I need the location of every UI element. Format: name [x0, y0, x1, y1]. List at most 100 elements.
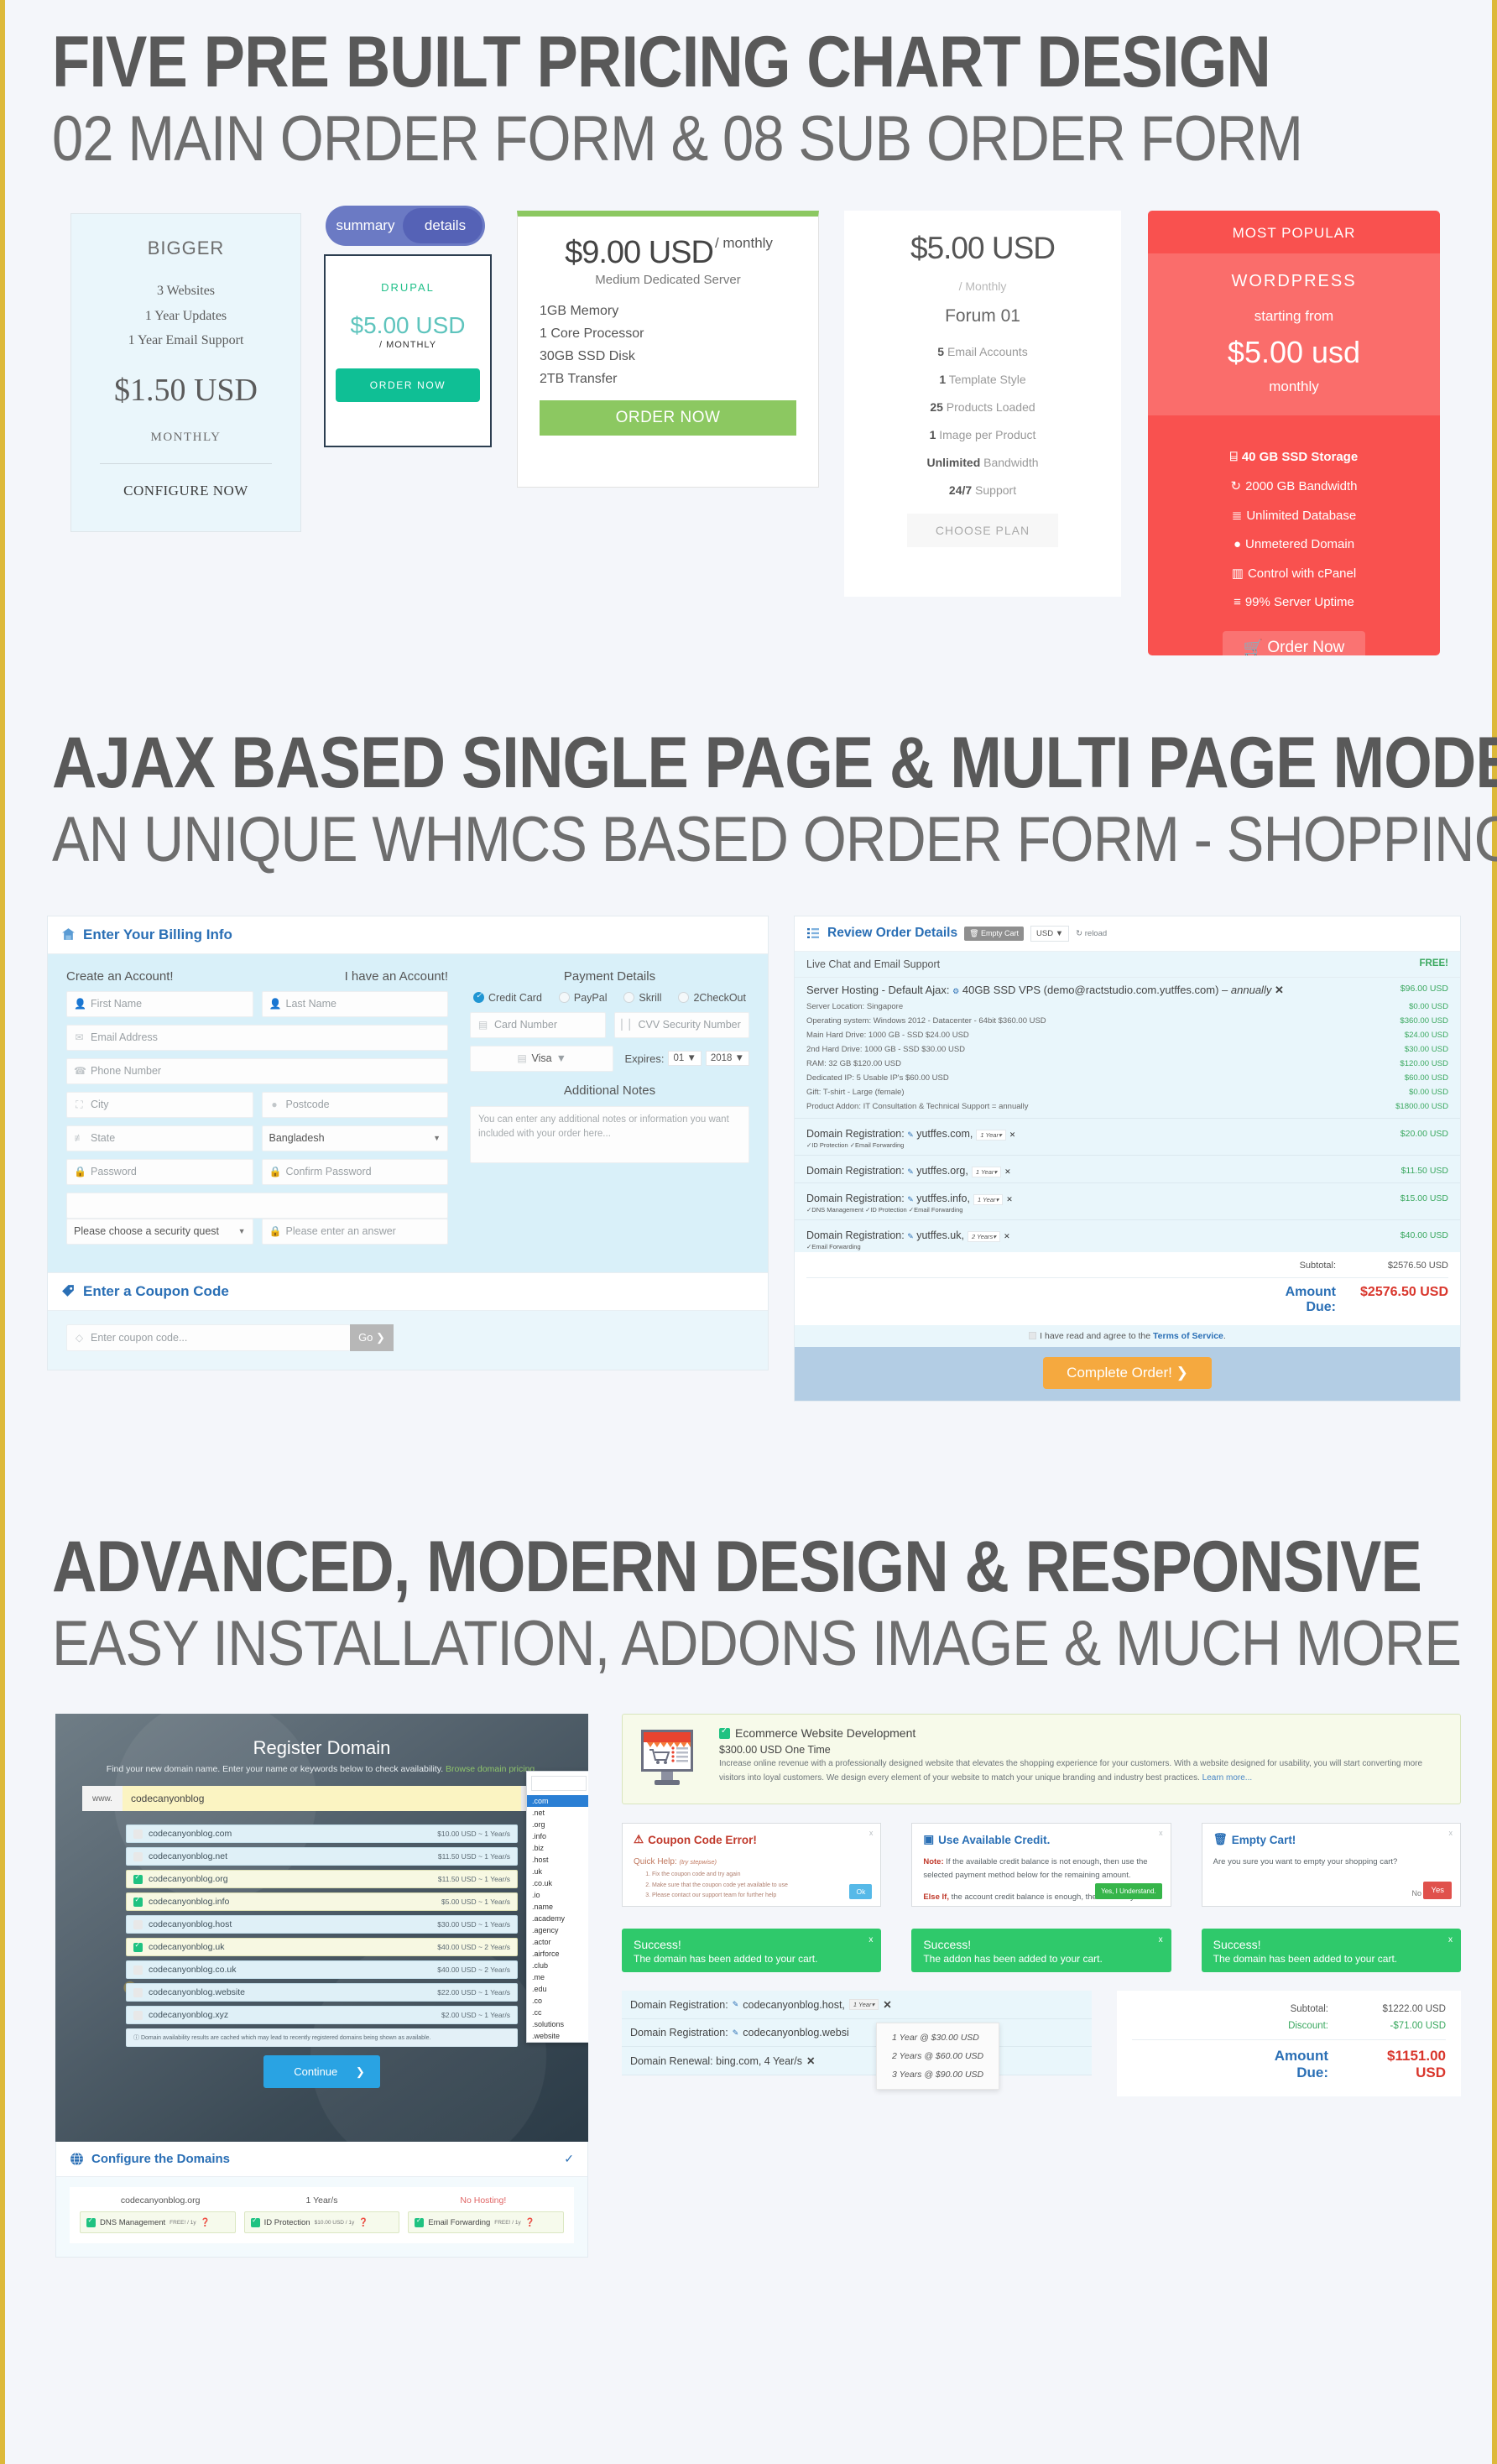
remove-item-icon[interactable]: ✕ — [806, 2054, 815, 2067]
additional-notes-textarea[interactable]: You can enter any additional notes or in… — [470, 1105, 749, 1163]
help-icon[interactable]: ❓ — [525, 2218, 535, 2227]
payment-method-skrill[interactable]: Skrill — [623, 992, 662, 1004]
configure-now-button[interactable]: CONFIGURE NOW — [86, 483, 285, 499]
tld-option[interactable]: .club — [527, 1960, 588, 1971]
tld-option[interactable]: .org — [527, 1819, 588, 1830]
understand-button[interactable]: Yes, I Understand. — [1095, 1883, 1162, 1900]
list-item[interactable]: codecanyonblog.net $11.50 USD ~ 1 Year/s — [126, 1847, 518, 1866]
continue-button[interactable]: Continue ❯ — [263, 2055, 380, 2089]
pricing-card-forum[interactable]: $5.00 USD / Monthly Forum 01 5 Email Acc… — [844, 211, 1121, 598]
remove-item-icon[interactable]: ✕ — [883, 1998, 891, 2011]
checkbox[interactable] — [250, 2216, 260, 2227]
tld-option[interactable]: .co — [527, 1995, 588, 2007]
currency-select[interactable]: USD ▼ — [1030, 925, 1070, 942]
pencil-icon[interactable]: ✎ — [733, 2000, 739, 2009]
remove-item-icon[interactable]: ✕ — [1009, 1130, 1016, 1139]
empty-cart-button[interactable]: 🗑 Empty Cart — [964, 926, 1025, 941]
domain-addon-id-protection[interactable]: ID Protection$10.00 USD / 1y❓ — [243, 2211, 400, 2234]
pencil-icon[interactable]: ✎ — [907, 1232, 914, 1240]
ecommerce-addon-card[interactable]: Ecommerce Website Development $300.00 US… — [622, 1714, 1461, 1805]
browse-pricing-link[interactable]: Browse domain pricing. — [446, 1764, 537, 1774]
no-button[interactable]: No — [1411, 1889, 1421, 1898]
expiry-group[interactable]: Expires: 01 ▼ 2018 ▼ — [622, 1051, 749, 1067]
confirm-password-input[interactable]: 🔒 Confirm Password — [261, 1158, 448, 1185]
tld-option[interactable]: .uk — [527, 1866, 588, 1877]
tld-search-input[interactable] — [531, 1776, 587, 1792]
checkbox[interactable] — [133, 1851, 143, 1861]
checkbox[interactable] — [133, 2010, 143, 2020]
close-icon[interactable]: x — [1448, 1829, 1453, 1837]
tld-option[interactable]: .io — [527, 1889, 588, 1901]
have-account-label[interactable]: I have an Account! — [345, 969, 448, 984]
postcode-input[interactable]: ● Postcode — [261, 1091, 448, 1118]
pencil-icon[interactable]: ✎ — [907, 1195, 914, 1203]
close-icon[interactable]: x — [1159, 1829, 1163, 1837]
coupon-go-button[interactable]: Go ❯ — [350, 1323, 394, 1351]
pencil-icon[interactable]: ✎ — [907, 1167, 914, 1176]
checkbox[interactable] — [133, 1829, 143, 1839]
list-item[interactable]: codecanyonblog.xyz $2.00 USD ~ 1 Year/s — [126, 2006, 518, 2025]
gear-icon[interactable]: ⚙ — [952, 987, 959, 995]
tld-option[interactable]: .biz — [527, 1842, 588, 1854]
country-select[interactable]: Bangladesh ▼ — [261, 1125, 448, 1151]
card-number-input[interactable]: ▤ Card Number — [470, 1011, 606, 1038]
pricing-card-wordpress[interactable]: MOST POPULAR WORDPRESS starting from $5.… — [1148, 211, 1440, 656]
choose-plan-button[interactable]: CHOOSE PLAN — [907, 514, 1058, 548]
term-select[interactable]: 1 Year▾ — [976, 1129, 1006, 1141]
order-now-button[interactable]: ORDER NOW — [540, 400, 796, 436]
term-select[interactable]: 1 Year▾ — [971, 1166, 1002, 1177]
payment-method-paypal[interactable]: PayPal — [558, 992, 607, 1004]
yes-button[interactable]: Yes — [1423, 1882, 1452, 1900]
help-icon[interactable]: ❓ — [201, 2218, 211, 2227]
learn-more-link[interactable]: Learn more... — [1202, 1773, 1252, 1783]
list-item[interactable]: codecanyonblog.co.uk $40.00 USD ~ 2 Year/… — [126, 1960, 518, 1980]
tld-option[interactable]: .cc — [527, 2007, 588, 2018]
help-icon[interactable]: ❓ — [358, 2218, 368, 2227]
summary-details-toggle[interactable]: summary details — [326, 206, 490, 247]
tld-option[interactable]: .info — [527, 1830, 588, 1842]
expiry-year-select[interactable]: 2018 ▼ — [705, 1051, 749, 1067]
remove-item-icon[interactable]: ✕ — [1004, 1232, 1010, 1240]
tld-option[interactable]: .me — [527, 1971, 588, 1983]
pricing-card-dedicated[interactable]: $9.00 USD / monthly Medium Dedicated Serv… — [517, 211, 819, 488]
remove-item-icon[interactable]: ✕ — [1006, 1195, 1013, 1203]
tld-option[interactable]: .website — [527, 2030, 588, 2042]
term-select[interactable]: 2 Years▾ — [967, 1230, 1001, 1242]
list-item[interactable]: codecanyonblog.info$5.00 USD ~ 1 Year/s — [126, 1892, 518, 1912]
list-item[interactable]: codecanyonblog.website $22.00 USD ~ 1 Yea… — [126, 1983, 518, 2002]
ok-button[interactable]: Ok — [849, 1884, 873, 1900]
term-select[interactable]: 1 Year▾ — [848, 1999, 879, 2011]
tld-option[interactable]: .actor — [527, 1936, 588, 1948]
close-icon[interactable]: x — [1448, 1935, 1453, 1945]
payment-method-radios[interactable]: Credit Card PayPal Skrill 2CheckOut — [470, 991, 749, 1004]
order-now-button[interactable]: 🛒 Order Now — [1223, 631, 1365, 656]
tld-option[interactable]: .co.uk — [527, 1877, 588, 1889]
close-icon[interactable]: x — [1159, 1935, 1163, 1945]
list-item[interactable]: codecanyonblog.com $10.00 USD ~ 1 Year/s — [126, 1825, 518, 1844]
term-option[interactable]: 3 Years @ $90.00 USD — [889, 2065, 987, 2084]
remove-item-icon[interactable]: ✕ — [1004, 1167, 1011, 1176]
complete-order-button[interactable]: Complete Order! ❯ — [1043, 1356, 1212, 1389]
pencil-icon[interactable]: ✎ — [907, 1130, 914, 1139]
pricing-card-drupal[interactable]: DRUPAL $5.00 USD / MONTHLY ORDER NOW — [324, 254, 492, 448]
reload-button[interactable]: ↻ reload — [1076, 929, 1107, 938]
domain-addon-email-forwarding[interactable]: Email ForwardingFREE! / 1y❓ — [408, 2211, 565, 2234]
tld-option[interactable]: .airforce — [527, 1948, 588, 1960]
password-input[interactable]: 🔒 Password — [66, 1158, 253, 1185]
remove-item-icon[interactable]: ✕ — [1275, 984, 1284, 996]
last-name-input[interactable]: 👤 Last Name — [261, 990, 448, 1017]
tld-option[interactable]: .name — [527, 1901, 588, 1913]
close-icon[interactable]: x — [868, 1935, 873, 1945]
toggle-details[interactable]: details — [405, 217, 485, 234]
tld-option[interactable]: .solutions — [527, 2018, 588, 2030]
term-option[interactable]: 2 Years @ $60.00 USD — [889, 2047, 987, 2065]
tos-checkbox[interactable] — [1029, 1331, 1037, 1339]
checkbox[interactable] — [133, 1987, 143, 1997]
payment-method-credit-card[interactable]: Credit Card — [473, 991, 542, 1004]
card-type-select[interactable]: ▤ Visa ▼ — [470, 1045, 613, 1072]
tld-dropdown[interactable]: .com .net .org .info .biz .host .uk .co.… — [526, 1771, 588, 2044]
checkbox[interactable] — [133, 1896, 143, 1907]
list-item[interactable]: codecanyonblog.host $30.00 USD ~ 1 Year/s — [126, 1915, 518, 1934]
checkbox[interactable] — [719, 1726, 730, 1739]
expiry-month-select[interactable]: 01 ▼ — [668, 1051, 702, 1067]
